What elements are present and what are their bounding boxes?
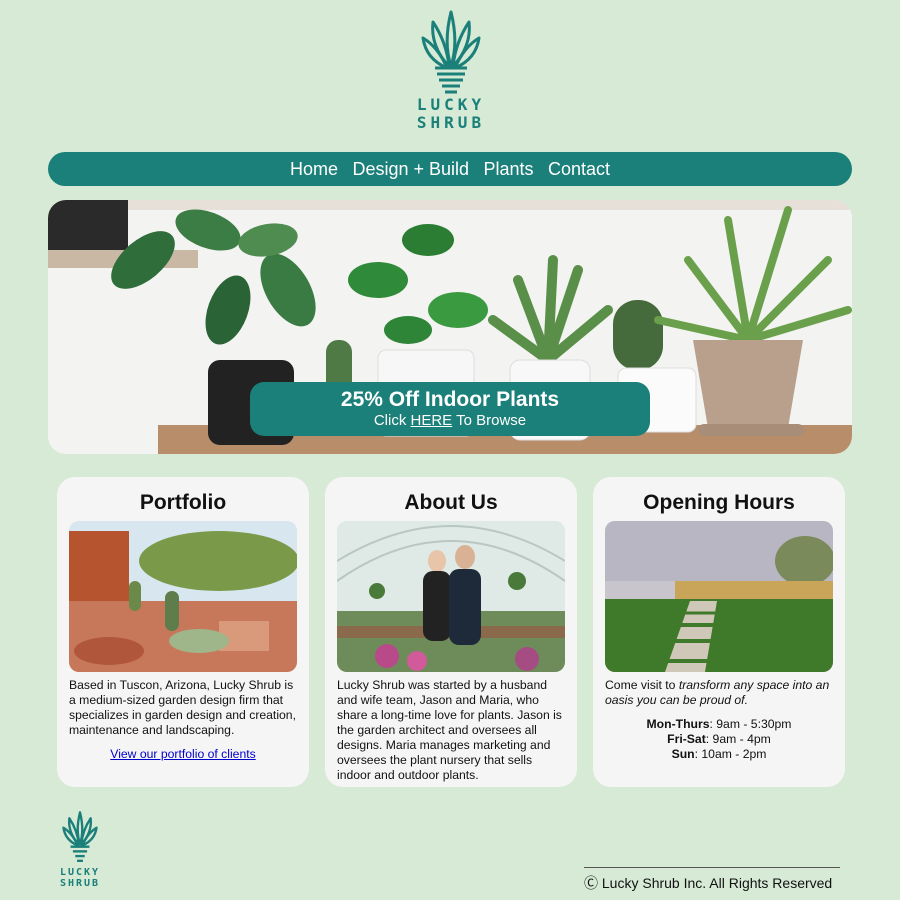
copyright-text: Ⓒ Lucky Shrub Inc. All Rights Reserved <box>584 875 833 891</box>
hours-row: Mon-Thurs: 9am - 5:30pm <box>605 717 833 732</box>
hours-card: Opening Hours Come visit to transform an… <box>593 477 845 787</box>
hours-time: : 9am - 4pm <box>705 732 771 746</box>
promo-sub-prefix: Click <box>373 412 411 429</box>
hours-row: Sun: 10am - 2pm <box>605 747 833 762</box>
hours-day: Sun <box>671 747 695 761</box>
hours-text: Come visit to transform any space into a… <box>605 678 833 762</box>
portfolio-description: Based in Tuscon, Arizona, Lucky Shrub is… <box>69 678 296 737</box>
hours-day: Mon-Thurs <box>646 717 710 731</box>
nav-contact[interactable]: Contact <box>548 159 610 179</box>
hours-time: : 10am - 2pm <box>694 747 767 761</box>
portfolio-card: Portfolio Based in Tuscon, Arizona, Luck… <box>57 477 309 787</box>
plant-logo-icon <box>62 811 98 862</box>
main-nav: Home Design + Build Plants Contact <box>48 152 852 186</box>
brand-logo[interactable]: LUCKY SHRUB <box>413 8 489 138</box>
promo-here-link[interactable]: HERE <box>411 412 453 429</box>
promo-sub-suffix: To Browse <box>452 412 527 429</box>
about-card: About Us Lucky Shrub was started by a hu… <box>325 477 577 787</box>
promo-title: 25% Off Indoor Plants <box>340 388 560 411</box>
plant-logo-icon <box>421 10 481 94</box>
hours-intro-prefix: Come visit to <box>605 678 679 692</box>
hours-title: Opening Hours <box>643 491 795 514</box>
nav-home[interactable]: Home <box>290 159 338 179</box>
about-photo <box>337 521 565 672</box>
portfolio-photo <box>69 521 297 672</box>
promo-subtitle: Click HERE To Browse <box>250 412 650 430</box>
about-description: Lucky Shrub was started by a husband and… <box>337 678 562 782</box>
promo-banner: 25% Off Indoor Plants Click HERE To Brow… <box>250 382 650 436</box>
hours-day: Fri-Sat <box>667 732 706 746</box>
about-text: Lucky Shrub was started by a husband and… <box>337 678 565 783</box>
footer-wordmark: LUCKY SHRUB <box>59 867 101 889</box>
about-title: About Us <box>404 491 498 514</box>
footer-divider <box>584 867 840 868</box>
nav-design-build[interactable]: Design + Build <box>352 159 469 179</box>
hours-intro: Come visit to transform any space into a… <box>605 678 833 708</box>
hours-list: Mon-Thurs: 9am - 5:30pm Fri-Sat: 9am - 4… <box>605 717 833 762</box>
brand-wordmark: LUCKY SHRUB <box>416 95 486 132</box>
footer-logo[interactable]: LUCKY SHRUB <box>54 810 106 889</box>
hours-time: : 9am - 5:30pm <box>709 717 792 731</box>
portfolio-text: Based in Tuscon, Arizona, Lucky Shrub is… <box>69 678 297 762</box>
hours-row: Fri-Sat: 9am - 4pm <box>605 732 833 747</box>
portfolio-link[interactable]: View our portfolio of clients <box>110 747 255 761</box>
portfolio-title: Portfolio <box>139 491 227 514</box>
nav-plants[interactable]: Plants <box>483 159 533 179</box>
hours-photo <box>605 521 833 672</box>
